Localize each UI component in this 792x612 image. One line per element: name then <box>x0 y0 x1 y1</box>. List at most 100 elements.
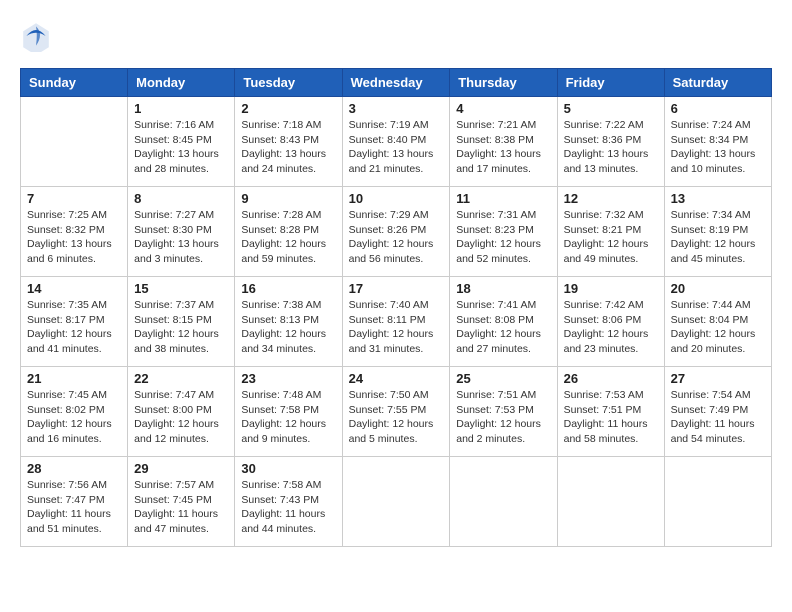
calendar-cell: 21 Sunrise: 7:45 AMSunset: 8:02 PMDayligh… <box>21 367 128 457</box>
day-info: Sunrise: 7:24 AMSunset: 8:34 PMDaylight:… <box>671 118 765 177</box>
day-info: Sunrise: 7:57 AMSunset: 7:45 PMDaylight:… <box>134 478 228 537</box>
day-number: 26 <box>564 371 658 386</box>
calendar-cell: 1Sunrise: 7:16 AMSunset: 8:45 PMDaylight… <box>128 97 235 187</box>
day-number: 2 <box>241 101 335 116</box>
day-number: 12 <box>564 191 658 206</box>
calendar-cell: 2 Sunrise: 7:18 AMSunset: 8:43 PMDaylight… <box>235 97 342 187</box>
day-info: Sunrise: 7:19 AMSunset: 8:40 PMDaylight:… <box>349 118 444 177</box>
day-info: Sunrise: 7:54 AMSunset: 7:49 PMDaylight:… <box>671 388 765 447</box>
day-info: Sunrise: 7:31 AMSunset: 8:23 PMDaylight:… <box>456 208 550 267</box>
day-number: 17 <box>349 281 444 296</box>
calendar-cell: 15 Sunrise: 7:37 AMSunset: 8:15 PMDayligh… <box>128 277 235 367</box>
day-info: Sunrise: 7:48 AMSunset: 7:58 PMDaylight:… <box>241 388 335 447</box>
calendar-header-monday: Monday <box>128 69 235 97</box>
day-number: 29 <box>134 461 228 476</box>
logo-icon <box>20 20 52 52</box>
day-info: Sunrise: 7:40 AMSunset: 8:11 PMDaylight:… <box>349 298 444 357</box>
calendar-cell <box>557 457 664 547</box>
calendar-cell: 29 Sunrise: 7:57 AMSunset: 7:45 PMDayligh… <box>128 457 235 547</box>
calendar-cell: 30 Sunrise: 7:58 AMSunset: 7:43 PMDayligh… <box>235 457 342 547</box>
calendar-cell: 4 Sunrise: 7:21 AMSunset: 8:38 PMDaylight… <box>450 97 557 187</box>
day-info: Sunrise: 7:41 AMSunset: 8:08 PMDaylight:… <box>456 298 550 357</box>
day-info: Sunrise: 7:28 AMSunset: 8:28 PMDaylight:… <box>241 208 335 267</box>
day-number: 6 <box>671 101 765 116</box>
calendar-week-1: 1Sunrise: 7:16 AMSunset: 8:45 PMDaylight… <box>21 97 772 187</box>
day-info: Sunrise: 7:45 AMSunset: 8:02 PMDaylight:… <box>27 388 121 447</box>
calendar-cell: 12 Sunrise: 7:32 AMSunset: 8:21 PMDayligh… <box>557 187 664 277</box>
day-info: Sunrise: 7:18 AMSunset: 8:43 PMDaylight:… <box>241 118 335 177</box>
day-number: 25 <box>456 371 550 386</box>
calendar-cell: 11 Sunrise: 7:31 AMSunset: 8:23 PMDayligh… <box>450 187 557 277</box>
day-info: Sunrise: 7:27 AMSunset: 8:30 PMDaylight:… <box>134 208 228 267</box>
header <box>20 20 772 52</box>
day-info: Sunrise: 7:53 AMSunset: 7:51 PMDaylight:… <box>564 388 658 447</box>
day-info: Sunrise: 7:29 AMSunset: 8:26 PMDaylight:… <box>349 208 444 267</box>
calendar-cell <box>21 97 128 187</box>
calendar-cell: 6 Sunrise: 7:24 AMSunset: 8:34 PMDaylight… <box>664 97 771 187</box>
day-info: Sunrise: 7:38 AMSunset: 8:13 PMDaylight:… <box>241 298 335 357</box>
day-info: Sunrise: 7:56 AMSunset: 7:47 PMDaylight:… <box>27 478 121 537</box>
calendar-cell: 23 Sunrise: 7:48 AMSunset: 7:58 PMDayligh… <box>235 367 342 457</box>
day-number: 1 <box>134 101 228 116</box>
day-info: Sunrise: 7:50 AMSunset: 7:55 PMDaylight:… <box>349 388 444 447</box>
calendar-cell <box>342 457 450 547</box>
day-info: Sunrise: 7:58 AMSunset: 7:43 PMDaylight:… <box>241 478 335 537</box>
day-number: 10 <box>349 191 444 206</box>
calendar-cell: 7 Sunrise: 7:25 AMSunset: 8:32 PMDaylight… <box>21 187 128 277</box>
calendar-cell: 3 Sunrise: 7:19 AMSunset: 8:40 PMDaylight… <box>342 97 450 187</box>
day-number: 16 <box>241 281 335 296</box>
day-info: Sunrise: 7:34 AMSunset: 8:19 PMDaylight:… <box>671 208 765 267</box>
calendar-cell: 18 Sunrise: 7:41 AMSunset: 8:08 PMDayligh… <box>450 277 557 367</box>
day-number: 11 <box>456 191 550 206</box>
calendar-header-tuesday: Tuesday <box>235 69 342 97</box>
calendar-cell: 26 Sunrise: 7:53 AMSunset: 7:51 PMDayligh… <box>557 367 664 457</box>
day-number: 24 <box>349 371 444 386</box>
calendar-cell <box>450 457 557 547</box>
day-info: Sunrise: 7:32 AMSunset: 8:21 PMDaylight:… <box>564 208 658 267</box>
calendar-cell: 17 Sunrise: 7:40 AMSunset: 8:11 PMDayligh… <box>342 277 450 367</box>
calendar-header-thursday: Thursday <box>450 69 557 97</box>
day-number: 14 <box>27 281 121 296</box>
day-number: 3 <box>349 101 444 116</box>
day-info: Sunrise: 7:25 AMSunset: 8:32 PMDaylight:… <box>27 208 121 267</box>
calendar-cell: 19Sunrise: 7:42 AMSunset: 8:06 PMDayligh… <box>557 277 664 367</box>
calendar-cell: 28 Sunrise: 7:56 AMSunset: 7:47 PMDayligh… <box>21 457 128 547</box>
day-number: 9 <box>241 191 335 206</box>
calendar-cell: 13Sunrise: 7:34 AMSunset: 8:19 PMDayligh… <box>664 187 771 277</box>
day-info: Sunrise: 7:47 AMSunset: 8:00 PMDaylight:… <box>134 388 228 447</box>
logo <box>20 20 56 52</box>
day-number: 27 <box>671 371 765 386</box>
calendar-cell: 25 Sunrise: 7:51 AMSunset: 7:53 PMDayligh… <box>450 367 557 457</box>
day-info: Sunrise: 7:37 AMSunset: 8:15 PMDaylight:… <box>134 298 228 357</box>
calendar-cell: 5Sunrise: 7:22 AMSunset: 8:36 PMDaylight… <box>557 97 664 187</box>
day-number: 15 <box>134 281 228 296</box>
calendar-header-saturday: Saturday <box>664 69 771 97</box>
day-info: Sunrise: 7:44 AMSunset: 8:04 PMDaylight:… <box>671 298 765 357</box>
calendar-cell: 14 Sunrise: 7:35 AMSunset: 8:17 PMDayligh… <box>21 277 128 367</box>
calendar-cell: 27 Sunrise: 7:54 AMSunset: 7:49 PMDayligh… <box>664 367 771 457</box>
calendar-cell: 24 Sunrise: 7:50 AMSunset: 7:55 PMDayligh… <box>342 367 450 457</box>
day-info: Sunrise: 7:35 AMSunset: 8:17 PMDaylight:… <box>27 298 121 357</box>
calendar-cell: 10 Sunrise: 7:29 AMSunset: 8:26 PMDayligh… <box>342 187 450 277</box>
day-info: Sunrise: 7:22 AMSunset: 8:36 PMDaylight:… <box>564 118 658 177</box>
day-number: 21 <box>27 371 121 386</box>
calendar-header-friday: Friday <box>557 69 664 97</box>
day-number: 28 <box>27 461 121 476</box>
calendar-cell: 9 Sunrise: 7:28 AMSunset: 8:28 PMDaylight… <box>235 187 342 277</box>
day-number: 4 <box>456 101 550 116</box>
day-number: 7 <box>27 191 121 206</box>
calendar-week-4: 21 Sunrise: 7:45 AMSunset: 8:02 PMDayligh… <box>21 367 772 457</box>
calendar-cell: 20Sunrise: 7:44 AMSunset: 8:04 PMDayligh… <box>664 277 771 367</box>
calendar-header-row: SundayMondayTuesdayWednesdayThursdayFrid… <box>21 69 772 97</box>
calendar-header-wednesday: Wednesday <box>342 69 450 97</box>
day-number: 18 <box>456 281 550 296</box>
day-info: Sunrise: 7:51 AMSunset: 7:53 PMDaylight:… <box>456 388 550 447</box>
day-number: 23 <box>241 371 335 386</box>
calendar-cell <box>664 457 771 547</box>
day-info: Sunrise: 7:21 AMSunset: 8:38 PMDaylight:… <box>456 118 550 177</box>
calendar-header-sunday: Sunday <box>21 69 128 97</box>
calendar-week-2: 7 Sunrise: 7:25 AMSunset: 8:32 PMDaylight… <box>21 187 772 277</box>
day-info: Sunrise: 7:42 AMSunset: 8:06 PMDaylight:… <box>564 298 658 357</box>
day-number: 30 <box>241 461 335 476</box>
calendar-cell: 22Sunrise: 7:47 AMSunset: 8:00 PMDayligh… <box>128 367 235 457</box>
